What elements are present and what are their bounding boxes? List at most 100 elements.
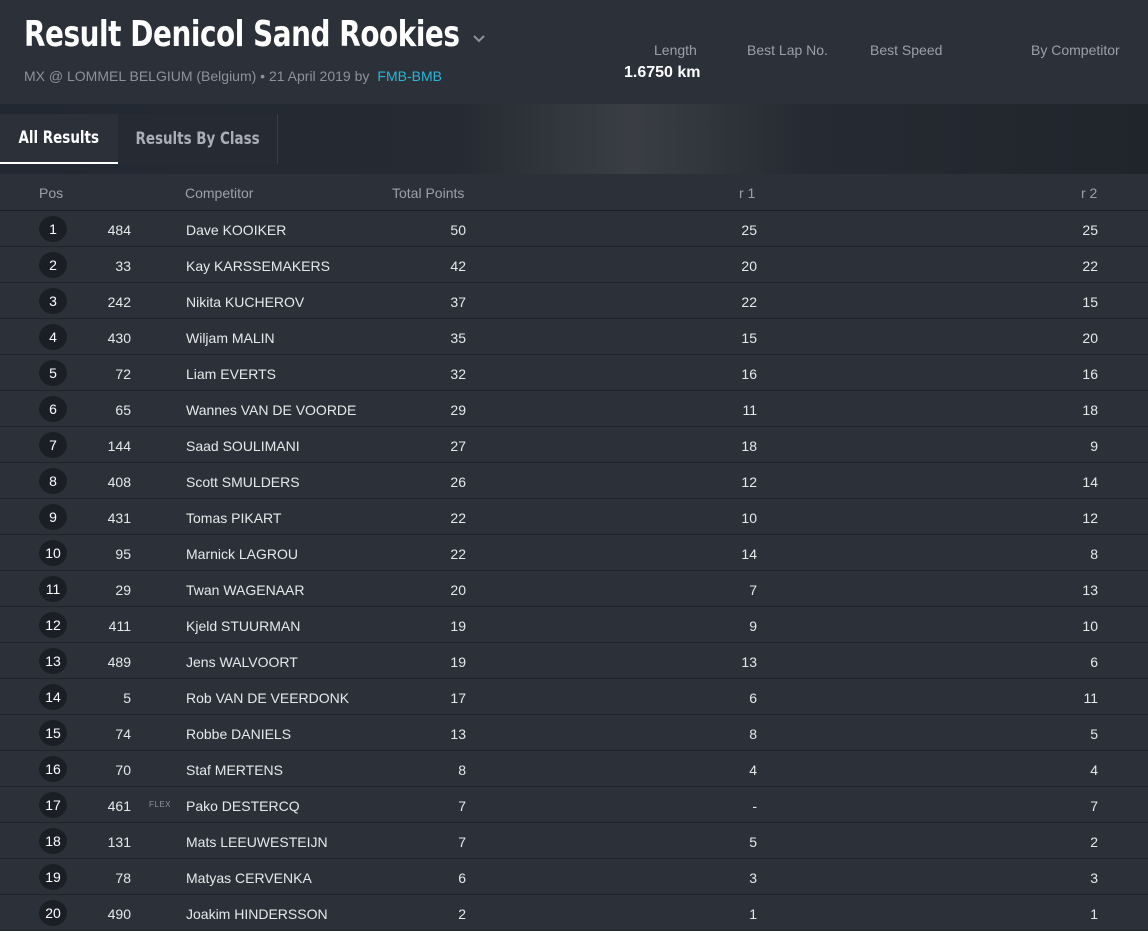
position-badge: 19 xyxy=(39,864,67,890)
round-1-points: 7 xyxy=(749,582,757,598)
total-points: 29 xyxy=(450,402,466,418)
race-number: 430 xyxy=(107,330,131,346)
competitor-name[interactable]: Dave KOOIKER xyxy=(186,222,286,238)
round-1-points: 13 xyxy=(741,654,757,670)
table-row[interactable]: 12 411 Kjeld STUURMAN 19 9 10 xyxy=(0,607,1148,643)
competitor-name[interactable]: Joakim HINDERSSON xyxy=(186,906,328,922)
table-row[interactable]: 18 131 Mats LEEUWESTEIJN 7 5 2 xyxy=(0,823,1148,859)
by-competitor-label[interactable]: By Competitor xyxy=(1031,42,1120,58)
race-number: 95 xyxy=(115,546,131,562)
round-2-points: 7 xyxy=(1090,798,1098,814)
round-2-points: 22 xyxy=(1082,258,1098,274)
round-2-points: 25 xyxy=(1082,222,1098,238)
race-number: 411 xyxy=(108,618,131,634)
position-badge: 17 xyxy=(39,792,67,818)
table-row[interactable]: 7 144 Saad SOULIMANI 27 18 9 xyxy=(0,427,1148,463)
round-2-points: 10 xyxy=(1082,618,1098,634)
total-points: 35 xyxy=(450,330,466,346)
round-1-points: 16 xyxy=(741,366,757,382)
tab-results-by-class[interactable]: Results By Class xyxy=(118,114,278,164)
race-number: 70 xyxy=(115,762,131,778)
race-number: 408 xyxy=(107,474,131,490)
round-2-points: 3 xyxy=(1090,870,1098,886)
competitor-name[interactable]: Nikita KUCHEROV xyxy=(186,294,304,310)
competitor-name[interactable]: Mats LEEUWESTEIJN xyxy=(186,834,328,850)
column-header-competitor[interactable]: Competitor xyxy=(185,185,253,201)
table-row[interactable]: 4 430 Wiljam MALIN 35 15 20 xyxy=(0,319,1148,355)
round-2-points: 14 xyxy=(1082,474,1098,490)
competitor-name[interactable]: Tomas PIKART xyxy=(186,510,281,526)
round-1-points: 6 xyxy=(749,690,757,706)
results-table: Pos Competitor Total Points r 1 r 2 1 484… xyxy=(0,174,1148,931)
competitor-name[interactable]: Wannes VAN DE VOORDE xyxy=(186,402,356,418)
tab-all-results[interactable]: All Results xyxy=(0,114,118,164)
organizer-link[interactable]: FMB-BMB xyxy=(377,68,442,84)
race-number: 484 xyxy=(107,222,131,238)
table-row[interactable]: 13 489 Jens WALVOORT 19 13 6 xyxy=(0,643,1148,679)
round-2-points: 4 xyxy=(1090,762,1098,778)
position-badge: 3 xyxy=(39,288,67,314)
competitor-name[interactable]: Marnick LAGROU xyxy=(186,546,298,562)
competitor-name[interactable]: Liam EVERTS xyxy=(186,366,276,382)
competitor-name[interactable]: Saad SOULIMANI xyxy=(186,438,300,454)
round-2-points: 5 xyxy=(1090,726,1098,742)
round-1-points: 18 xyxy=(741,438,757,454)
competitor-name[interactable]: Twan WAGENAAR xyxy=(186,582,305,598)
competitor-name[interactable]: Matyas CERVENKA xyxy=(186,870,312,886)
table-row[interactable]: 8 408 Scott SMULDERS 26 12 14 xyxy=(0,463,1148,499)
table-row[interactable]: 9 431 Tomas PIKART 22 10 12 xyxy=(0,499,1148,535)
round-2-points: 15 xyxy=(1082,294,1098,310)
position-badge: 6 xyxy=(39,396,67,422)
position-badge: 2 xyxy=(39,252,67,278)
table-row[interactable]: 14 5 Rob VAN DE VEERDONK 17 6 11 xyxy=(0,679,1148,715)
race-number: 65 xyxy=(115,402,131,418)
total-points: 13 xyxy=(450,726,466,742)
table-row[interactable]: 15 74 Robbe DANIELS 13 8 5 xyxy=(0,715,1148,751)
table-row[interactable]: 17 461 FLEX Pako DESTERCQ 7 - 7 xyxy=(0,787,1148,823)
competitor-name[interactable]: Jens WALVOORT xyxy=(186,654,298,670)
table-row[interactable]: 16 70 Staf MERTENS 8 4 4 xyxy=(0,751,1148,787)
table-row[interactable]: 19 78 Matyas CERVENKA 6 3 3 xyxy=(0,859,1148,895)
round-1-points: 9 xyxy=(749,618,757,634)
round-1-points: 15 xyxy=(741,330,757,346)
table-row[interactable]: 5 72 Liam EVERTS 32 16 16 xyxy=(0,355,1148,391)
column-header-r1[interactable]: r 1 xyxy=(739,185,755,201)
table-row[interactable]: 1 484 Dave KOOIKER 50 25 25 xyxy=(0,211,1148,247)
competitor-name[interactable]: Pako DESTERCQ xyxy=(186,798,300,814)
table-row[interactable]: 3 242 Nikita KUCHEROV 37 22 15 xyxy=(0,283,1148,319)
competitor-name[interactable]: Kay KARSSEMAKERS xyxy=(186,258,330,274)
position-badge: 13 xyxy=(39,648,67,674)
position-badge: 14 xyxy=(39,684,67,710)
round-2-points: 9 xyxy=(1090,438,1098,454)
position-badge: 16 xyxy=(39,756,67,782)
total-points: 37 xyxy=(450,294,466,310)
competitor-name[interactable]: Scott SMULDERS xyxy=(186,474,300,490)
competitor-name[interactable]: Robbe DANIELS xyxy=(186,726,291,742)
column-header-pos[interactable]: Pos xyxy=(39,185,63,201)
round-2-points: 18 xyxy=(1082,402,1098,418)
column-header-total-points[interactable]: Total Points xyxy=(392,185,464,201)
competitor-name[interactable]: Kjeld STUURMAN xyxy=(186,618,300,634)
column-header-r2[interactable]: r 2 xyxy=(1081,185,1097,201)
total-points: 27 xyxy=(450,438,466,454)
table-header: Pos Competitor Total Points r 1 r 2 xyxy=(0,174,1148,211)
position-badge: 20 xyxy=(39,900,67,926)
table-row[interactable]: 20 490 Joakim HINDERSSON 2 1 1 xyxy=(0,895,1148,931)
race-number: 5 xyxy=(123,690,131,706)
competitor-name[interactable]: Staf MERTENS xyxy=(186,762,283,778)
total-points: 26 xyxy=(450,474,466,490)
competitor-name[interactable]: Rob VAN DE VEERDONK xyxy=(186,690,349,706)
table-row[interactable]: 2 33 Kay KARSSEMAKERS 42 20 22 xyxy=(0,247,1148,283)
total-points: 19 xyxy=(450,654,466,670)
total-points: 32 xyxy=(450,366,466,382)
total-points: 7 xyxy=(458,834,466,850)
chevron-down-icon[interactable] xyxy=(472,32,486,46)
total-points: 7 xyxy=(458,798,466,814)
position-badge: 5 xyxy=(39,360,67,386)
competitor-name[interactable]: Wiljam MALIN xyxy=(186,330,275,346)
table-row[interactable]: 6 65 Wannes VAN DE VOORDE 29 11 18 xyxy=(0,391,1148,427)
table-row[interactable]: 11 29 Twan WAGENAAR 20 7 13 xyxy=(0,571,1148,607)
table-row[interactable]: 10 95 Marnick LAGROU 22 14 8 xyxy=(0,535,1148,571)
page-title: Result Denicol Sand Rookies xyxy=(24,14,460,55)
position-badge: 1 xyxy=(39,216,67,242)
